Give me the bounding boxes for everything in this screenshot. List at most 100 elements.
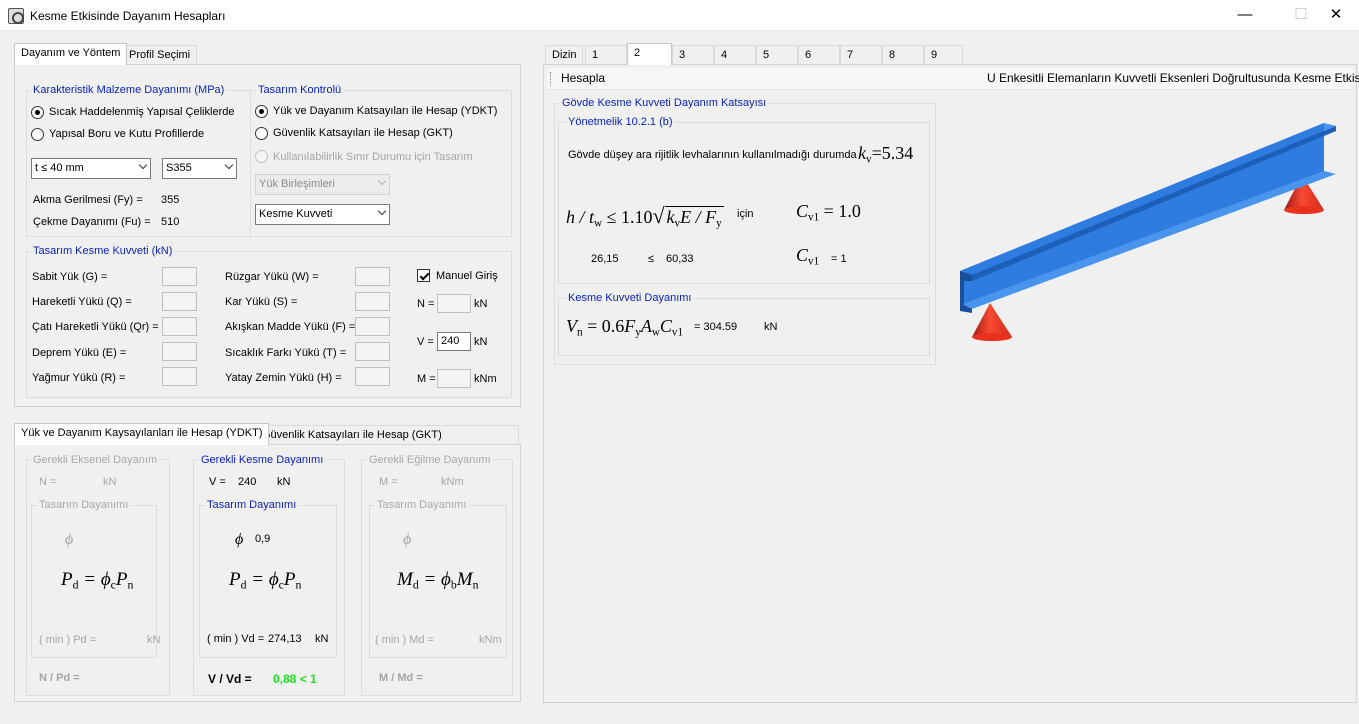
- tab-5[interactable]: 5: [756, 45, 798, 65]
- m-label: M =: [417, 373, 436, 385]
- thickness-select[interactable]: t ≤ 40 mm: [31, 158, 151, 179]
- shear-formula: Pd = ϕcPn: [229, 569, 302, 592]
- earthquake-load-input[interactable]: [162, 342, 197, 361]
- fu-label: Çekme Dayanımı (Fu) =: [33, 216, 151, 228]
- shear-ratio-value: 0,88 < 1: [273, 672, 317, 686]
- shear-v-unit: kN: [277, 476, 291, 488]
- bending-m-label: M =: [379, 476, 398, 488]
- axial-min-label: ( min ) Pd =: [39, 634, 97, 646]
- force-type-select[interactable]: Kesme Kuvveti: [255, 204, 390, 225]
- snow-load-input[interactable]: [355, 292, 390, 311]
- tab-gkt[interactable]: Güvenlik Katsayıları ile Hesap (GKT): [255, 425, 519, 445]
- gkt-radio[interactable]: [255, 127, 268, 140]
- m-unit: kNm: [474, 373, 497, 385]
- nominal-title: Kesme Kuvveti Dayanımı: [566, 292, 694, 304]
- n-input[interactable]: [437, 294, 471, 313]
- tab-2[interactable]: 2: [627, 43, 672, 65]
- right-support-base: [1284, 206, 1324, 214]
- bending-formula: Md = ϕbMn: [397, 569, 479, 592]
- beam-inner-shadow: [972, 126, 1336, 281]
- shear-min-unit: kN: [315, 633, 329, 645]
- cv-formula: Cv1 = 1.0: [796, 201, 861, 224]
- toolbar-grip: [550, 72, 552, 86]
- roof-live-load-input[interactable]: [162, 317, 197, 336]
- bending-phi-symbol: ϕ: [403, 531, 412, 548]
- m-input[interactable]: [437, 369, 471, 388]
- shear-min-label: ( min ) Vd =: [207, 633, 265, 645]
- tab-ydkt[interactable]: Yük ve Dayanım Kaysayılanları ile Hesap …: [14, 423, 270, 445]
- bending-min-unit: kNm: [479, 634, 502, 646]
- manual-input-checkbox[interactable]: [417, 269, 430, 282]
- rain-load-input[interactable]: [162, 367, 197, 386]
- coefficient-title: Gövde Kesme Kuvveti Dayanım Katsayısı: [560, 97, 769, 109]
- left-support-base: [972, 333, 1012, 341]
- gkt-label: Güvenlik Katsayıları ile Hesap (GKT): [273, 127, 453, 139]
- axial-n-label: N =: [39, 476, 57, 488]
- beam-bottom-flange: [960, 171, 1336, 309]
- manual-input-label: Manuel Giriş: [436, 270, 498, 282]
- ratio-value: 26,15: [591, 253, 619, 265]
- material-group-title: Karakteristik Malzeme Dayanımı (MPa): [31, 84, 227, 96]
- axial-min-unit: kN: [147, 634, 161, 646]
- n-unit: kN: [474, 298, 488, 310]
- serviceability-radio[interactable]: [255, 150, 268, 163]
- tab-7[interactable]: 7: [840, 45, 882, 65]
- live-load-input[interactable]: [162, 292, 197, 311]
- temperature-load-input[interactable]: [355, 342, 390, 361]
- tab-3[interactable]: 3: [672, 45, 714, 65]
- fy-value: 355: [161, 194, 180, 206]
- tab-9[interactable]: 9: [924, 45, 963, 65]
- nominal-unit: kN: [764, 321, 778, 333]
- tab-8[interactable]: 8: [882, 45, 924, 65]
- shear-v-value: 240: [238, 476, 257, 488]
- temperature-load-label: Sıcaklık Farkı Yükü (T) =: [225, 347, 347, 359]
- tube-profile-label: Yapısal Boru ve Kutu Profillerde: [49, 128, 205, 140]
- v-input[interactable]: 240: [437, 332, 471, 351]
- live-load-label: Hareketli Yükü (Q) =: [32, 296, 132, 308]
- title-bar: Kesme Etkisinde Dayanım Hesapları — ☐ ✕: [0, 0, 1359, 31]
- tab-6[interactable]: 6: [798, 45, 840, 65]
- wind-load-input[interactable]: [355, 267, 390, 286]
- wind-load-label: Rüzgar Yükü (W) =: [225, 271, 319, 283]
- cv-result-value: = 1: [831, 253, 847, 265]
- dead-load-input[interactable]: [162, 267, 197, 286]
- load-combination-select[interactable]: Yük Birleşimleri: [255, 174, 390, 195]
- page-heading: U Enkesitli Elemanların Kuvvetli Eksenle…: [987, 71, 1359, 85]
- tab-dizin[interactable]: Dizin: [545, 45, 583, 65]
- shear-v-label: V =: [209, 476, 226, 488]
- tab-4[interactable]: 4: [714, 45, 756, 65]
- beam-web: [960, 123, 1324, 311]
- dead-load-label: Sabit Yük (G) =: [32, 271, 108, 283]
- fluid-load-input[interactable]: [355, 317, 390, 336]
- calculate-button[interactable]: Hesapla: [561, 71, 605, 85]
- bending-design-title: Tasarım Dayanımı: [375, 499, 469, 511]
- shear-ratio-label: V / Vd =: [208, 672, 252, 686]
- tab-strength-method[interactable]: Dayanım ve Yöntem: [14, 43, 128, 65]
- fluid-load-label: Akışkan Madde Yükü (F) =: [225, 321, 356, 333]
- tube-profile-radio[interactable]: [31, 128, 44, 141]
- tab-1[interactable]: 1: [585, 45, 627, 65]
- app-icon: [8, 8, 24, 24]
- ydkt-label: Yük ve Dayanım Katsayıları ile Hesap (YD…: [273, 105, 498, 117]
- earthquake-load-label: Deprem Yükü (E) =: [32, 347, 127, 359]
- steel-grade-select[interactable]: S355: [162, 158, 237, 179]
- tab-profile-selection[interactable]: Profil Seçimi: [122, 45, 198, 65]
- soil-load-input[interactable]: [355, 367, 390, 386]
- axial-n-unit: kN: [103, 476, 117, 488]
- nominal-formula: Vn = 0.6FyAwCv1: [566, 316, 684, 339]
- chevron-down-icon: [377, 206, 387, 216]
- soil-load-label: Yatay Zemin Yükü (H) =: [225, 372, 342, 384]
- close-button[interactable]: ✕: [1313, 0, 1359, 31]
- bending-title: Gerekli Eğilme Dayanımı: [367, 454, 493, 466]
- v-unit: kN: [474, 336, 488, 348]
- fy-label: Akma Gerilmesi (Fy) =: [33, 194, 143, 206]
- chevron-down-icon: [377, 176, 387, 186]
- rain-load-label: Yağmur Yükü (R) =: [32, 372, 126, 384]
- coefficient-text: Gövde düşey ara rijitlik levhalarının ku…: [568, 149, 857, 161]
- minimize-button[interactable]: —: [1222, 0, 1268, 31]
- snow-load-label: Kar Yükü (S) =: [225, 296, 298, 308]
- hot-rolled-radio[interactable]: [31, 106, 44, 119]
- serviceability-label: Kullanılabilirlik Sınır Durumu için Tasa…: [273, 151, 473, 163]
- ydkt-radio[interactable]: [255, 105, 268, 118]
- n-label: N =: [417, 298, 435, 310]
